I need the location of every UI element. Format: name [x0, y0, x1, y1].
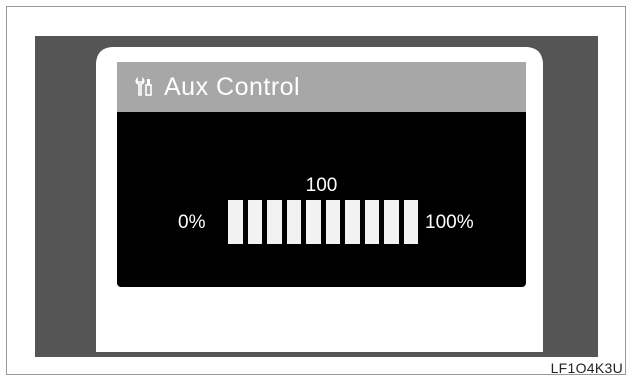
level-segment: [228, 200, 243, 244]
level-segment: [345, 200, 360, 244]
figure-code: LF1O4K3U: [550, 360, 623, 376]
max-label: 100%: [425, 212, 474, 233]
level-segment: [247, 200, 262, 244]
level-segment: [267, 200, 282, 244]
wrench-screwdriver-icon: [133, 77, 155, 97]
level-segment: [384, 200, 399, 244]
screen-title: Aux Control: [164, 72, 301, 101]
level-segment: [306, 200, 321, 244]
level-bar: [228, 200, 418, 244]
display-screen: Aux Control 100 0% 100%: [117, 62, 526, 287]
level-segment: [403, 200, 418, 244]
level-segment: [286, 200, 301, 244]
level-value: 100: [305, 175, 338, 196]
level-segment: [325, 200, 340, 244]
title-bar: Aux Control: [117, 62, 526, 112]
level-segment: [364, 200, 379, 244]
min-label: 0%: [178, 212, 206, 233]
